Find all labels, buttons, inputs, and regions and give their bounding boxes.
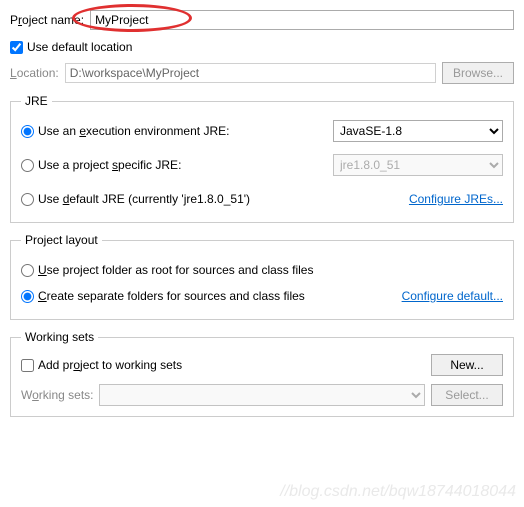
add-working-sets-checkbox[interactable]: [21, 359, 34, 372]
jre-default-radio[interactable]: [21, 193, 34, 206]
layout-separate-radio[interactable]: [21, 290, 34, 303]
jre-exec-env-radio[interactable]: [21, 125, 34, 138]
project-name-input[interactable]: [90, 10, 514, 30]
jre-specific-select: jre1.8.0_51: [333, 154, 503, 176]
project-name-label: Project name:: [10, 13, 84, 27]
working-sets-group: Working sets Add project to working sets…: [10, 330, 514, 417]
layout-group: Project layout Use project folder as roo…: [10, 233, 514, 320]
jre-exec-env-select[interactable]: JavaSE-1.8: [333, 120, 503, 142]
working-sets-combo: [99, 384, 425, 406]
layout-separate-label: Create separate folders for sources and …: [38, 289, 305, 303]
jre-group: JRE Use an execution environment JRE: Ja…: [10, 94, 514, 223]
jre-legend: JRE: [21, 94, 52, 108]
configure-jres-link[interactable]: Configure JREs...: [409, 192, 503, 206]
layout-root-label: Use project folder as root for sources a…: [38, 263, 313, 277]
jre-specific-label: Use a project specific JRE:: [38, 158, 181, 172]
browse-button: Browse...: [442, 62, 514, 84]
jre-specific-radio[interactable]: [21, 159, 34, 172]
watermark: //blog.csdn.net/bqw18744018044: [280, 483, 516, 501]
working-sets-combo-label: Working sets:: [21, 388, 93, 402]
use-default-location-checkbox[interactable]: [10, 41, 23, 54]
jre-default-label: Use default JRE (currently 'jre1.8.0_51'…: [38, 192, 250, 206]
new-working-set-button[interactable]: New...: [431, 354, 503, 376]
location-input: [65, 63, 436, 83]
configure-default-link[interactable]: Configure default...: [402, 289, 503, 303]
use-default-location-label: Use default location: [27, 40, 132, 54]
working-sets-legend: Working sets: [21, 330, 98, 344]
jre-exec-env-label: Use an execution environment JRE:: [38, 124, 229, 138]
layout-legend: Project layout: [21, 233, 102, 247]
location-label: Location:: [10, 66, 59, 80]
add-working-sets-label: Add project to working sets: [38, 358, 182, 372]
select-working-sets-button: Select...: [431, 384, 503, 406]
layout-root-radio[interactable]: [21, 264, 34, 277]
